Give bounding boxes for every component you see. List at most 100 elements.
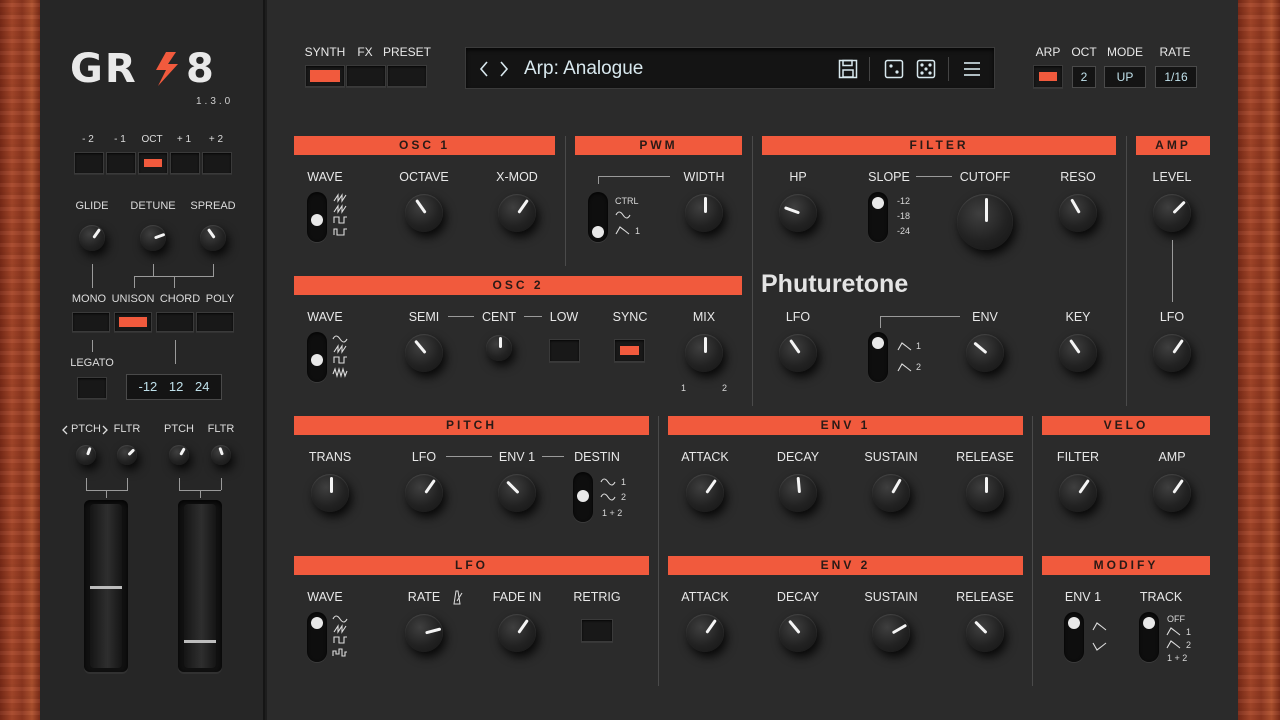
pitch-env1-knob[interactable] <box>498 474 536 512</box>
bend-filter-knob[interactable] <box>117 445 137 465</box>
connector <box>86 490 128 491</box>
arp-mode-value[interactable]: UP <box>1104 66 1146 88</box>
connector <box>92 264 93 288</box>
filter-hp-knob[interactable] <box>779 194 817 232</box>
section-divider <box>658 416 659 686</box>
svg-text:GR: GR <box>70 46 138 88</box>
osc2-mix-knob[interactable] <box>685 334 723 372</box>
spread-knob[interactable] <box>200 225 226 251</box>
connector <box>221 478 222 490</box>
connector <box>598 176 599 184</box>
osc2-sync-label: SYNC <box>612 310 648 324</box>
osc1-xmod-knob[interactable] <box>498 194 536 232</box>
osc2-sync-button[interactable] <box>614 339 645 362</box>
osc2-cent-label: CENT <box>481 310 517 324</box>
osc1-wave-switch[interactable] <box>307 192 327 242</box>
poly-button[interactable] <box>196 312 234 332</box>
pitch-destin-switch[interactable] <box>573 472 593 522</box>
osc2-cent-knob[interactable] <box>486 335 512 361</box>
osc2-semi-knob[interactable] <box>405 334 443 372</box>
mod-pitch-knob[interactable] <box>169 445 189 465</box>
filter-lfo-knob[interactable] <box>779 334 817 372</box>
env1-decay-knob[interactable] <box>779 474 817 512</box>
unison-label: UNISON <box>111 293 155 305</box>
unison-button[interactable] <box>114 312 152 332</box>
lfo-rate-knob[interactable] <box>405 614 443 652</box>
oct-zero-button[interactable] <box>138 152 168 174</box>
mod-wheel[interactable] <box>178 500 222 672</box>
tab-fx[interactable] <box>346 65 386 87</box>
env2-attack-knob[interactable] <box>686 614 724 652</box>
lfo-wave-switch[interactable] <box>307 612 327 662</box>
env2-release-knob[interactable] <box>966 614 1004 652</box>
glide-knob[interactable] <box>79 225 105 251</box>
filter-reso-knob[interactable] <box>1059 194 1097 232</box>
arrow-right-icon[interactable] <box>100 424 110 436</box>
amp-level-knob[interactable] <box>1153 194 1191 232</box>
mod-filter-knob[interactable] <box>211 445 231 465</box>
menu-icon[interactable] <box>962 60 982 78</box>
env2-sustain-knob[interactable] <box>872 614 910 652</box>
osc2-wave-switch[interactable] <box>307 332 327 382</box>
preset-name[interactable]: Arp: Analogue <box>524 58 643 80</box>
oct-minus2-label: - 2 <box>82 134 94 145</box>
velo-filter-knob[interactable] <box>1059 474 1097 512</box>
filter-slope-switch[interactable] <box>868 192 888 242</box>
prev-preset-icon[interactable] <box>478 60 490 78</box>
pitch-bend-wheel[interactable] <box>84 500 128 672</box>
oct-plus2-button[interactable] <box>202 152 232 174</box>
pitch-trans-knob[interactable] <box>311 474 349 512</box>
env2-decay-knob[interactable] <box>779 614 817 652</box>
oct-plus2-label: + 2 <box>208 134 224 145</box>
next-preset-icon[interactable] <box>498 60 510 78</box>
osc2-low-label: LOW <box>549 310 579 324</box>
env2-sustain-label: SUSTAIN <box>864 590 918 604</box>
lfo-retrig-button[interactable] <box>581 619 613 642</box>
section-divider <box>1126 136 1127 406</box>
waveform-icons <box>333 193 347 236</box>
arrow-left-icon[interactable] <box>60 424 70 436</box>
oct-minus1-button[interactable] <box>106 152 136 174</box>
sine-icon <box>615 211 631 219</box>
arp-rate-value[interactable]: 1/16 <box>1155 66 1197 88</box>
poly-label: POLY <box>205 293 235 305</box>
pwm-width-knob[interactable] <box>685 194 723 232</box>
env1-attack-knob[interactable] <box>686 474 724 512</box>
bend-pitch-knob[interactable] <box>76 445 96 465</box>
tab-synth[interactable] <box>305 65 345 87</box>
randomize-dice-icon[interactable] <box>916 59 936 79</box>
arp-oct-value[interactable]: 2 <box>1072 66 1096 88</box>
randomize-small-icon[interactable] <box>884 59 904 79</box>
env1-attack-label: ATTACK <box>681 450 729 464</box>
watermark-text: Phuturetone <box>761 270 909 298</box>
chord-interval-display[interactable]: -12 12 24 <box>126 374 222 400</box>
lfo-fadein-knob[interactable] <box>498 614 536 652</box>
amp-level-label: LEVEL <box>1152 170 1192 184</box>
modify-env1-switch[interactable] <box>1064 612 1084 662</box>
mono-button[interactable] <box>72 312 110 332</box>
filter-key-knob[interactable] <box>1059 334 1097 372</box>
osc1-octave-knob[interactable] <box>405 194 443 232</box>
modify-track-switch[interactable] <box>1139 612 1159 662</box>
velo-amp-knob[interactable] <box>1153 474 1191 512</box>
pwm-ctrl-switch[interactable] <box>588 192 608 242</box>
arp-toggle-button[interactable] <box>1033 65 1063 88</box>
legato-button[interactable] <box>77 377 107 399</box>
pitch-lfo-knob[interactable] <box>405 474 443 512</box>
filter-env-switch[interactable] <box>868 332 888 382</box>
chord-button[interactable] <box>156 312 194 332</box>
filter-cutoff-knob[interactable] <box>957 194 1013 250</box>
osc2-low-button[interactable] <box>549 339 580 362</box>
velo-filter-label: FILTER <box>1056 450 1100 464</box>
save-icon[interactable] <box>838 59 858 79</box>
filter-env-knob[interactable] <box>966 334 1004 372</box>
metronome-icon[interactable] <box>450 589 464 605</box>
osc1-header: OSC 1 <box>294 136 555 155</box>
oct-plus1-button[interactable] <box>170 152 200 174</box>
env1-release-knob[interactable] <box>966 474 1004 512</box>
amp-lfo-knob[interactable] <box>1153 334 1191 372</box>
tab-preset[interactable] <box>387 65 427 87</box>
detune-knob[interactable] <box>140 225 166 251</box>
env1-sustain-knob[interactable] <box>872 474 910 512</box>
oct-minus2-button[interactable] <box>74 152 104 174</box>
